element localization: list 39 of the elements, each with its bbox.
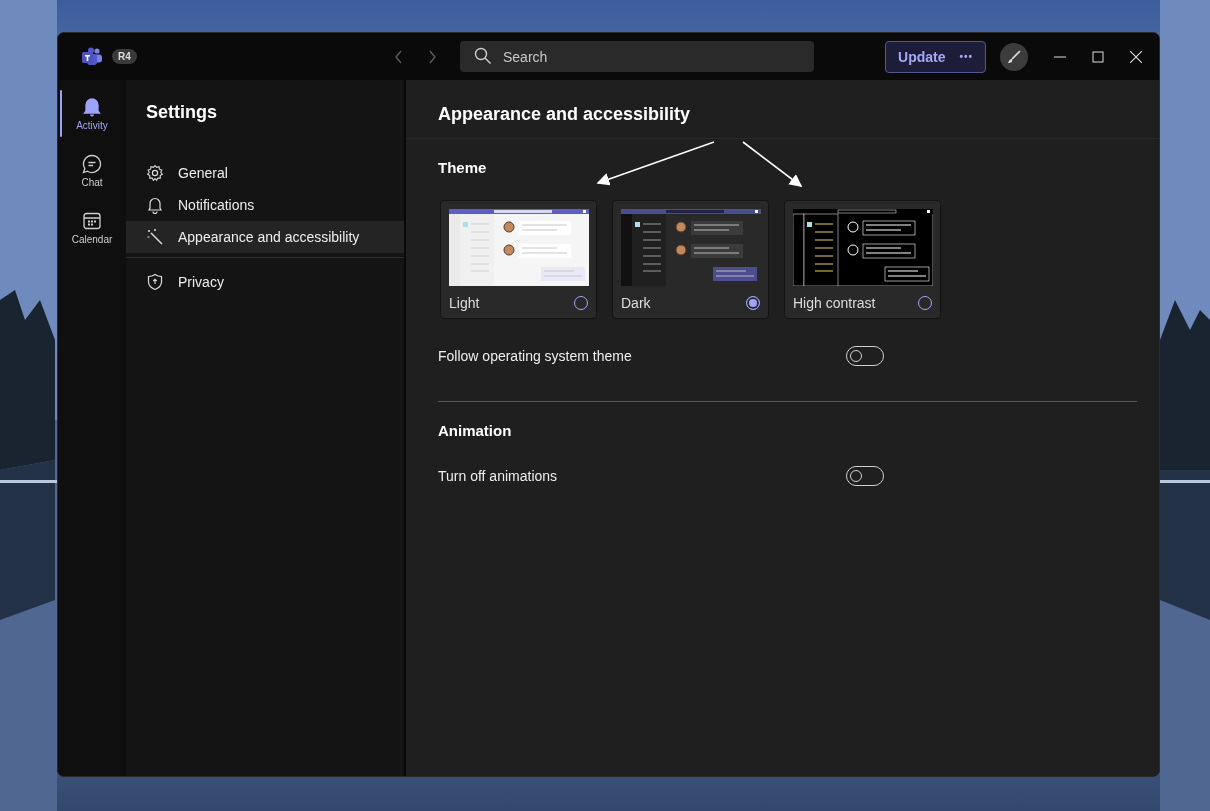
rail-tab[interactable]: Calendar	[58, 199, 126, 256]
theme-label: High contrast	[793, 295, 876, 311]
annotation-arrow	[742, 141, 803, 187]
theme-label: Dark	[621, 295, 651, 311]
back-icon[interactable]	[394, 49, 404, 64]
theme-card[interactable]: Dark	[612, 200, 769, 319]
theme-label: Light	[449, 295, 480, 311]
setting-label: Follow operating system theme	[438, 348, 632, 364]
update-button[interactable]: Update •••	[885, 40, 986, 73]
settings-icon	[146, 164, 164, 182]
maximize-icon[interactable]	[1092, 50, 1104, 63]
paintbrush-button[interactable]	[1000, 42, 1028, 71]
brush-icon	[1006, 48, 1022, 65]
settings-nav-item[interactable]: Appearance and accessibility	[126, 221, 404, 253]
rail-tab[interactable]: Chat	[58, 142, 126, 199]
wand-icon	[146, 228, 164, 246]
shield-icon	[146, 273, 164, 291]
radio-button[interactable]	[746, 296, 760, 310]
section-heading: Theme	[438, 159, 488, 176]
close-icon[interactable]	[1130, 50, 1142, 63]
bell-icon	[82, 96, 102, 117]
chat-icon	[82, 153, 102, 174]
org-badge: R4	[112, 49, 137, 64]
settings-title: Settings	[146, 102, 218, 123]
bell-icon	[146, 196, 164, 214]
teams-logo-icon	[81, 46, 103, 67]
calendar-icon	[82, 210, 102, 231]
search-icon	[474, 47, 492, 65]
theme-card[interactable]: Light	[440, 200, 597, 319]
section-heading: Animation	[438, 422, 513, 439]
settings-nav-item[interactable]: General	[126, 157, 404, 189]
settings-nav-item[interactable]: Notifications	[126, 189, 404, 221]
setting-label: Turn off animations	[438, 468, 558, 484]
rail-tab[interactable]: Activity	[58, 85, 126, 142]
page-title: Appearance and accessibility	[406, 80, 1159, 139]
settings-nav-item[interactable]: Privacy	[126, 266, 404, 298]
theme-card[interactable]: High contrast	[784, 200, 941, 319]
search-field[interactable]: Search	[460, 41, 814, 72]
forward-icon[interactable]	[427, 49, 437, 64]
